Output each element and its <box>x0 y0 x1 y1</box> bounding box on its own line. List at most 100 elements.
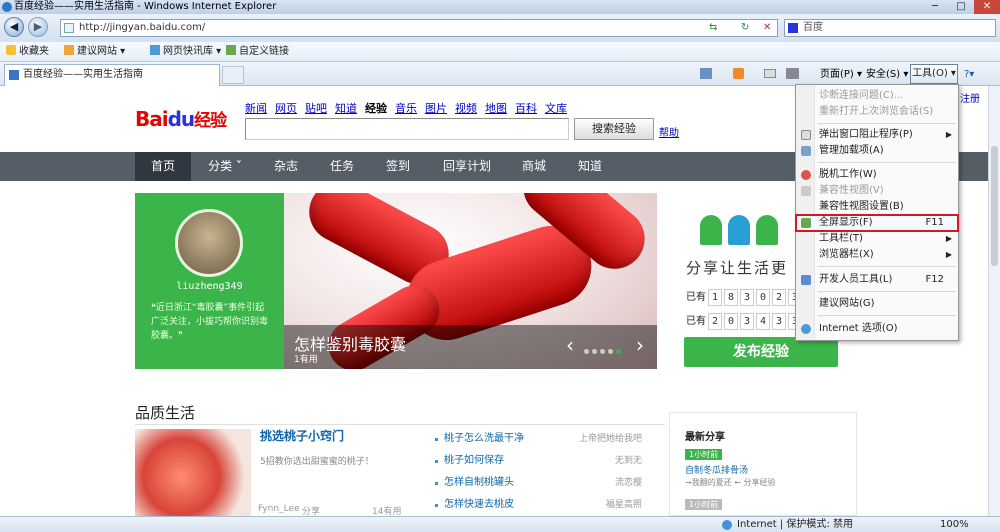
featured-author[interactable]: Fynn_Lee <box>258 504 300 514</box>
refresh-button[interactable]: ↻ <box>741 20 749 36</box>
search-jingyan-button[interactable]: 搜索经验 <box>574 118 654 140</box>
menu-item-reopen-session[interactable]: 重新打开上次浏览会话(S) <box>796 104 958 120</box>
new-tab-button[interactable] <box>222 66 244 84</box>
home-icon[interactable] <box>700 68 712 79</box>
close-window-button[interactable]: ✕ <box>974 0 1000 14</box>
jingyan-search-input[interactable] <box>245 118 569 140</box>
nav-tasks[interactable]: 任务 <box>316 152 368 181</box>
help-menu-button[interactable]: ?▾ <box>964 66 974 84</box>
menu-item-diagnose[interactable]: 诊断连接问题(C)... <box>796 88 958 104</box>
author-name[interactable]: liuzheng349 <box>135 281 284 292</box>
featured-article-desc: 5招教你选出甜蜜蜜的桃子！ <box>260 457 374 467</box>
address-toolbar: ◀ ▶ http://jingyan.baidu.com/ ⇆ ↻ ✕ 百度 <box>0 14 1000 42</box>
list-item[interactable]: 怎样自制桃罐头 流恋樱 <box>434 475 642 491</box>
addons-icon <box>801 146 811 156</box>
vertical-scrollbar[interactable] <box>988 86 1000 516</box>
avatar[interactable] <box>175 209 243 277</box>
user-counter: 已有203433 <box>686 313 802 331</box>
suggested-sites-link[interactable]: 建议网站 ▾ <box>64 42 125 62</box>
window-title: 百度经验——实用生活指南 - Windows Internet Explorer <box>14 1 277 12</box>
compat-view-button[interactable]: ⇆ <box>709 20 717 36</box>
list-item[interactable]: 怎样快速去桃皮 福星高照 <box>434 497 642 513</box>
people-logo-icon <box>700 205 784 249</box>
section-title: 品质生活 <box>135 404 196 422</box>
nav-home[interactable]: 首页 <box>135 152 191 181</box>
forward-button[interactable]: ▶ <box>28 17 48 37</box>
nav-zhidao[interactable]: 知道 <box>335 102 357 115</box>
nav-tieba[interactable]: 贴吧 <box>305 102 327 115</box>
featured-slider[interactable]: liuzheng349 ❝近日浙江“毒胶囊”事件引起广泛关注，小拔巧帮你识别毒胶… <box>135 193 657 369</box>
recent-sub: →我翻的夏还 ← 分享经验 <box>685 478 776 487</box>
nav-share-plan[interactable]: 回享计划 <box>432 152 502 181</box>
nav-wenku[interactable]: 文库 <box>545 102 567 115</box>
list-item[interactable]: 桃子如何保存 无到无 <box>434 453 642 469</box>
nav-signin[interactable]: 签到 <box>372 152 424 181</box>
stop-button[interactable]: ✕ <box>763 20 771 36</box>
nav-images[interactable]: 图片 <box>425 102 447 115</box>
link-icon <box>226 45 236 55</box>
nav-map[interactable]: 地图 <box>485 102 507 115</box>
list-item[interactable]: 桃子怎么洗最干净 上帝把她给我吧 <box>434 431 642 447</box>
nav-news[interactable]: 新闻 <box>245 102 267 115</box>
slide-useful-count: 1有用 <box>294 355 318 365</box>
nav-category[interactable]: 分类 ˅ <box>195 152 255 181</box>
help-link[interactable]: 帮助 <box>659 124 679 139</box>
menu-item-suggested-sites[interactable]: 建议网站(G) <box>796 296 958 312</box>
peach-thumbnail[interactable] <box>135 429 251 516</box>
page-menu-button[interactable]: 页面(P) ▾ <box>820 66 862 84</box>
nav-zhidao-tab[interactable]: 知道 <box>564 152 616 181</box>
register-link[interactable]: 注册 <box>960 90 980 105</box>
prev-slide-button[interactable]: ‹ <box>566 335 574 355</box>
menu-item-internet-options[interactable]: Internet 选项(O) <box>796 321 958 337</box>
security-zone[interactable]: Internet | 保护模式: 禁用 <box>737 517 853 532</box>
recent-title[interactable]: 自制冬瓜排骨汤 <box>685 463 748 476</box>
nav-magazine[interactable]: 杂志 <box>260 152 312 181</box>
menu-separator <box>818 162 956 163</box>
menu-separator <box>818 123 956 124</box>
maximize-button[interactable]: □ <box>948 0 974 14</box>
publish-experience-button[interactable]: 发布经验 <box>684 337 838 367</box>
globe-icon <box>722 520 732 530</box>
back-button[interactable]: ◀ <box>4 17 24 37</box>
scroll-thumb[interactable] <box>991 146 998 266</box>
search-placeholder: 百度 <box>803 22 823 33</box>
nav-jingyan[interactable]: 经验 <box>365 102 387 115</box>
favorites-button[interactable]: 收藏夹 <box>6 42 49 62</box>
rss-icon[interactable] <box>733 68 744 79</box>
tab-bar: 百度经验——实用生活指南 页面(P) ▾ 安全(S) ▾ 工具(O) ▾ ?▾ <box>0 62 1000 86</box>
menu-item-work-offline[interactable]: 脱机工作(W) <box>796 167 958 183</box>
compat-icon <box>801 186 811 196</box>
url-input[interactable]: http://jingyan.baidu.com/ ⇆ ↻ ✕ <box>60 19 778 37</box>
nav-mall[interactable]: 商城 <box>508 152 560 181</box>
web-slice-gallery-link[interactable]: 网页快讯库 ▾ <box>150 42 221 62</box>
recent-time: 1小时前 <box>685 449 723 460</box>
menu-item-toolbars[interactable]: 工具栏(T) ▶ <box>796 231 958 247</box>
slide-dots[interactable] <box>584 344 624 357</box>
menu-item-explorer-bars[interactable]: 浏览器栏(X) ▶ <box>796 247 958 263</box>
nav-video[interactable]: 视频 <box>455 102 477 115</box>
tools-menu-button[interactable]: 工具(O) ▾ <box>910 64 958 84</box>
featured-article-title[interactable]: 挑选桃子小窍门 <box>260 427 344 444</box>
section-divider <box>135 424 665 425</box>
mail-icon[interactable] <box>764 69 776 78</box>
print-icon[interactable] <box>786 68 799 79</box>
featured-share[interactable]: 分享 <box>302 504 320 516</box>
nav-web[interactable]: 网页 <box>275 102 297 115</box>
menu-item-compat-view[interactable]: 兼容性视图(V) <box>796 183 958 199</box>
next-slide-button[interactable]: › <box>636 335 644 355</box>
nav-music[interactable]: 音乐 <box>395 102 417 115</box>
nav-baike[interactable]: 百科 <box>515 102 537 115</box>
tab-baidu-jingyan[interactable]: 百度经验——实用生活指南 <box>4 64 220 86</box>
slide-caption[interactable]: 怎样鉴别毒胶囊 1有用 ‹ › <box>284 325 657 369</box>
minimize-button[interactable]: ─ <box>922 0 948 14</box>
zoom-level[interactable]: 100% <box>940 517 969 532</box>
search-input[interactable]: 百度 <box>784 19 996 37</box>
menu-item-manage-addons[interactable]: 管理加载项(A) <box>796 143 958 159</box>
custom-links-link[interactable]: 自定义链接 <box>226 42 289 62</box>
menu-item-popup-blocker[interactable]: 弹出窗口阻止程序(P) ▶ <box>796 127 958 143</box>
menu-item-fullscreen[interactable]: 全屏显示(F) F11 <box>795 214 959 232</box>
baidu-jingyan-logo[interactable]: Baidu经验 <box>135 106 227 134</box>
menu-item-developer-tools[interactable]: 开发人员工具(L) F12 <box>796 272 958 288</box>
safety-menu-button[interactable]: 安全(S) ▾ <box>866 66 908 84</box>
menu-item-compat-settings[interactable]: 兼容性视图设置(B) <box>796 199 958 215</box>
